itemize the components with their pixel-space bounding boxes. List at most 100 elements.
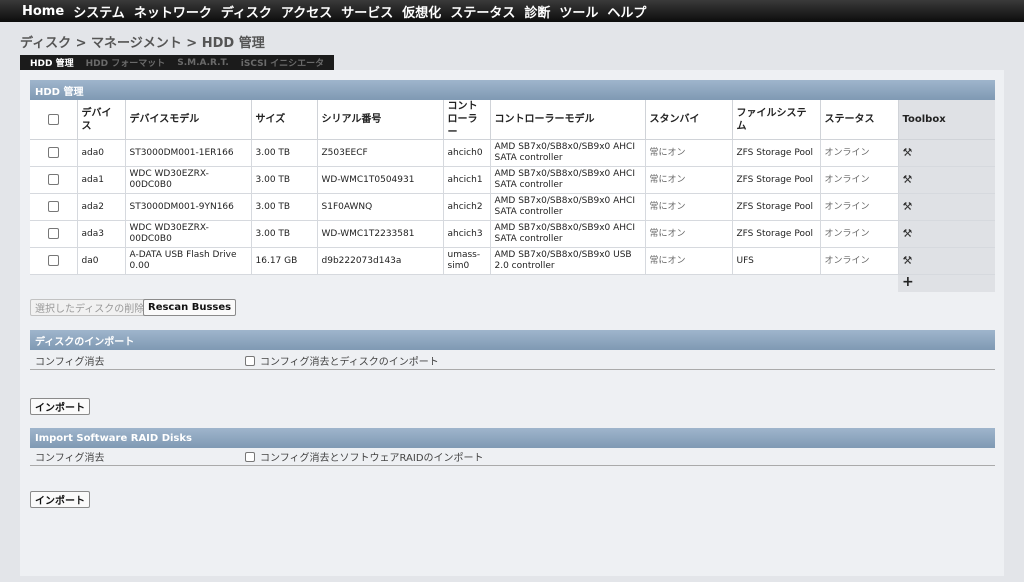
field-label: コンフィグ消去 <box>35 357 105 368</box>
rescan-busses-button[interactable]: Rescan Busses <box>143 299 237 316</box>
tools-icon[interactable]: ⚒ <box>903 254 913 267</box>
plus-icon[interactable]: + <box>902 274 914 290</box>
cell-model: WDC WD30EZRX-00DC0B0 <box>125 220 252 248</box>
table-row: ada2 ST3000DM001-9YN166 3.00 TB S1F0AWNQ ahc… <box>30 193 995 221</box>
cell-serial: WD-WMC1T0504931 <box>317 166 444 194</box>
cell-device: ada3 <box>77 220 126 248</box>
row-select-cell <box>30 247 78 275</box>
select-all-cell <box>30 100 78 140</box>
menu-item-7[interactable]: ステータス <box>450 2 515 21</box>
tab-0[interactable]: HDD 管理 <box>24 56 80 69</box>
toolbox-cell: + <box>898 274 995 292</box>
cell-model: A-DATA USB Flash Drive 0.00 <box>125 247 252 275</box>
cell-controller: ahcich2 <box>443 193 491 221</box>
checkbox-label: コンフィグ消去とソフトウェアRAIDのインポート <box>260 453 484 464</box>
import-clear-config-checkbox[interactable] <box>245 355 255 366</box>
select-all-checkbox[interactable] <box>47 113 59 125</box>
cell-standby: 常にオン <box>645 220 733 248</box>
menu-item-9[interactable]: ツール <box>559 2 598 21</box>
cell-device: da0 <box>77 247 126 275</box>
cell-device: ada2 <box>77 193 126 221</box>
cell-model: ST3000DM001-1ER166 <box>125 139 252 167</box>
cell-controller-model: AMD SB7x0/SB8x0/SB9x0 AHCI SATA controll… <box>490 139 646 167</box>
cell-status: オンライン <box>820 139 899 167</box>
menu-item-4[interactable]: アクセス <box>281 2 332 21</box>
cell-controller: umass-sim0 <box>443 247 491 275</box>
row-checkbox[interactable] <box>47 147 59 158</box>
cell-filesystem: ZFS Storage Pool <box>732 193 821 221</box>
menu-item-8[interactable]: 診断 <box>524 2 550 21</box>
breadcrumb: ディスク > マネージメント > HDD 管理 <box>20 36 265 51</box>
tab-2[interactable]: S.M.A.R.T. <box>171 58 235 68</box>
table-header-row: デバイス デバイスモデル サイズ シリアル番号 コントローラー コントローラーモデル スタン… <box>30 100 995 140</box>
menu-item-6[interactable]: 仮想化 <box>402 2 441 21</box>
empty-cell <box>820 274 898 292</box>
cell-model: WDC WD30EZRX-00DC0B0 <box>125 166 252 194</box>
row-select-cell <box>30 139 78 167</box>
hdd-section-header: HDD 管理 <box>30 80 995 100</box>
row-select-cell <box>30 220 78 248</box>
cell-status: オンライン <box>820 220 899 248</box>
raid-config-row: コンフィグ消去 コンフィグ消去とソフトウェアRAIDのインポート <box>30 448 995 466</box>
cell-filesystem: ZFS Storage Pool <box>732 166 821 194</box>
empty-cell <box>443 274 490 292</box>
cell-serial: S1F0AWNQ <box>317 193 444 221</box>
toolbox-cell: ⚒ <box>898 139 995 167</box>
menu-item-0[interactable]: Home <box>22 4 64 19</box>
checkbox-label: コンフィグ消去とディスクのインポート <box>260 357 439 368</box>
tools-icon[interactable]: ⚒ <box>903 227 913 240</box>
import-raid-button[interactable]: インポート <box>30 491 90 508</box>
section-title: ディスクのインポート <box>35 336 135 348</box>
empty-cell <box>490 274 645 292</box>
delete-selected-disks-button[interactable]: 選択したディスクの削除 <box>30 299 150 316</box>
cell-device: ada1 <box>77 166 126 194</box>
cell-status: オンライン <box>820 193 899 221</box>
table-row: da0 A-DATA USB Flash Drive 0.00 16.17 GB d9… <box>30 247 995 275</box>
column-header: デバイス <box>77 100 126 140</box>
menu-item-1[interactable]: システム <box>73 2 125 21</box>
row-checkbox[interactable] <box>47 228 59 239</box>
empty-cell <box>317 274 443 292</box>
column-header: シリアル番号 <box>317 100 444 140</box>
cell-serial: WD-WMC1T2233581 <box>317 220 444 248</box>
menu-item-2[interactable]: ネットワーク <box>134 2 212 21</box>
tools-icon[interactable]: ⚒ <box>903 173 913 186</box>
tools-icon[interactable]: ⚒ <box>903 146 913 159</box>
field-label: コンフィグ消去 <box>35 453 105 464</box>
toolbox-cell: ⚒ <box>898 220 995 248</box>
row-select-cell <box>30 193 78 221</box>
column-header: Toolbox <box>898 100 995 140</box>
empty-cell <box>645 274 732 292</box>
cell-controller: ahcich3 <box>443 220 491 248</box>
raid-section-header: Import Software RAID Disks <box>30 428 995 448</box>
row-checkbox[interactable] <box>47 255 59 266</box>
cell-controller-model: AMD SB7x0/SB8x0/SB9x0 AHCI SATA controll… <box>490 220 646 248</box>
cell-size: 3.00 TB <box>251 193 318 221</box>
menu-item-10[interactable]: ヘルプ <box>607 2 646 21</box>
menu-item-3[interactable]: ディスク <box>221 2 272 21</box>
cell-standby: 常にオン <box>645 247 733 275</box>
cell-serial: Z503EECF <box>317 139 444 167</box>
content-panel: HDD 管理 デバイス デバイスモデル サイズ シリアル番号 コントローラー コントローラ… <box>20 70 1004 576</box>
row-checkbox[interactable] <box>47 201 59 212</box>
empty-cell <box>732 274 820 292</box>
menu-item-5[interactable]: サービス <box>341 2 393 21</box>
button-label: Rescan Busses <box>148 302 232 313</box>
cell-size: 16.17 GB <box>251 247 318 275</box>
empty-cell <box>77 274 125 292</box>
column-header: スタンバイ <box>645 100 733 140</box>
tools-icon[interactable]: ⚒ <box>903 200 913 213</box>
tab-1[interactable]: HDD フォーマット <box>80 56 172 69</box>
raid-clear-config-checkbox[interactable] <box>245 451 255 462</box>
row-checkbox[interactable] <box>47 174 59 185</box>
toolbox-cell: ⚒ <box>898 166 995 194</box>
table-row: ada0 ST3000DM001-1ER166 3.00 TB Z503EECF ahc… <box>30 139 995 167</box>
cell-controller-model: AMD SB7x0/SB8x0/SB9x0 AHCI SATA controll… <box>490 193 646 221</box>
cell-standby: 常にオン <box>645 193 733 221</box>
column-header: ファイルシステム <box>732 100 821 140</box>
cell-controller: ahcich0 <box>443 139 491 167</box>
column-header: ステータス <box>820 100 899 140</box>
cell-model: ST3000DM001-9YN166 <box>125 193 252 221</box>
import-disks-button[interactable]: インポート <box>30 398 90 415</box>
tab-3[interactable]: iSCSI イニシエータ <box>235 56 330 69</box>
